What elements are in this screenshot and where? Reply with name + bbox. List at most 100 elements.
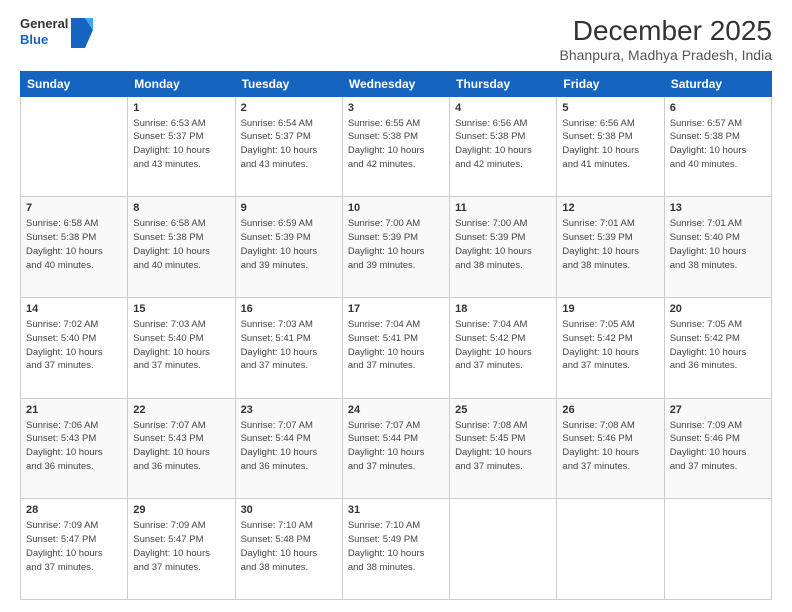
calendar-cell xyxy=(21,96,128,197)
day-info: Sunrise: 6:55 AM Sunset: 5:38 PM Dayligh… xyxy=(348,118,425,170)
calendar-cell: 11 Sunrise: 7:00 AM Sunset: 5:39 PM Dayli… xyxy=(450,197,557,298)
calendar-week-5: 28 Sunrise: 7:09 AM Sunset: 5:47 PM Dayli… xyxy=(21,499,772,600)
calendar-cell: 7Sunrise: 6:58 AM Sunset: 5:38 PM Daylig… xyxy=(21,197,128,298)
day-info: Sunrise: 7:07 AM Sunset: 5:43 PM Dayligh… xyxy=(133,420,210,472)
day-number: 11 xyxy=(455,201,551,216)
day-info: Sunrise: 7:09 AM Sunset: 5:46 PM Dayligh… xyxy=(670,420,747,472)
calendar-cell: 1 Sunrise: 6:53 AM Sunset: 5:37 PM Daylig… xyxy=(128,96,235,197)
day-info: Sunrise: 7:09 AM Sunset: 5:47 PM Dayligh… xyxy=(133,520,210,572)
calendar-cell: 15Sunrise: 7:03 AM Sunset: 5:40 PM Dayli… xyxy=(128,298,235,399)
day-info: Sunrise: 6:53 AM Sunset: 5:37 PM Dayligh… xyxy=(133,118,210,170)
logo: General Blue xyxy=(20,16,91,47)
day-number: 25 xyxy=(455,403,551,418)
day-info: Sunrise: 7:07 AM Sunset: 5:44 PM Dayligh… xyxy=(241,420,318,472)
day-info: Sunrise: 7:04 AM Sunset: 5:41 PM Dayligh… xyxy=(348,319,425,371)
day-number: 18 xyxy=(455,302,551,317)
calendar-cell: 20 Sunrise: 7:05 AM Sunset: 5:42 PM Dayli… xyxy=(664,298,771,399)
weekday-header-friday: Friday xyxy=(557,71,664,96)
day-info: Sunrise: 6:59 AM Sunset: 5:39 PM Dayligh… xyxy=(241,218,318,270)
day-number: 19 xyxy=(562,302,658,317)
calendar-cell xyxy=(664,499,771,600)
day-number: 27 xyxy=(670,403,766,418)
calendar-cell: 5 Sunrise: 6:56 AM Sunset: 5:38 PM Daylig… xyxy=(557,96,664,197)
day-number: 24 xyxy=(348,403,444,418)
day-number: 23 xyxy=(241,403,337,418)
day-info: Sunrise: 7:00 AM Sunset: 5:39 PM Dayligh… xyxy=(348,218,425,270)
weekday-header-wednesday: Wednesday xyxy=(342,71,449,96)
day-info: Sunrise: 7:01 AM Sunset: 5:40 PM Dayligh… xyxy=(670,218,747,270)
calendar-cell: 16Sunrise: 7:03 AM Sunset: 5:41 PM Dayli… xyxy=(235,298,342,399)
day-number: 2 xyxy=(241,101,337,116)
calendar-cell: 2 Sunrise: 6:54 AM Sunset: 5:37 PM Daylig… xyxy=(235,96,342,197)
weekday-header-monday: Monday xyxy=(128,71,235,96)
day-info: Sunrise: 6:56 AM Sunset: 5:38 PM Dayligh… xyxy=(455,118,532,170)
day-number: 28 xyxy=(26,503,122,518)
day-info: Sunrise: 7:10 AM Sunset: 5:48 PM Dayligh… xyxy=(241,520,318,572)
calendar-cell: 8Sunrise: 6:58 AM Sunset: 5:38 PM Daylig… xyxy=(128,197,235,298)
logo-text: General Blue xyxy=(20,16,68,47)
day-number: 20 xyxy=(670,302,766,317)
day-number: 10 xyxy=(348,201,444,216)
weekday-header-sunday: Sunday xyxy=(21,71,128,96)
weekday-header-thursday: Thursday xyxy=(450,71,557,96)
logo-line1: General xyxy=(20,16,68,32)
calendar-cell: 19Sunrise: 7:05 AM Sunset: 5:42 PM Dayli… xyxy=(557,298,664,399)
logo-icon xyxy=(71,18,91,46)
calendar-cell: 28 Sunrise: 7:09 AM Sunset: 5:47 PM Dayli… xyxy=(21,499,128,600)
calendar-week-4: 21 Sunrise: 7:06 AM Sunset: 5:43 PM Dayli… xyxy=(21,398,772,499)
day-info: Sunrise: 6:54 AM Sunset: 5:37 PM Dayligh… xyxy=(241,118,318,170)
calendar-cell: 31 Sunrise: 7:10 AM Sunset: 5:49 PM Dayli… xyxy=(342,499,449,600)
day-number: 17 xyxy=(348,302,444,317)
day-number: 4 xyxy=(455,101,551,116)
day-info: Sunrise: 7:08 AM Sunset: 5:45 PM Dayligh… xyxy=(455,420,532,472)
calendar-cell: 26 Sunrise: 7:08 AM Sunset: 5:46 PM Dayli… xyxy=(557,398,664,499)
weekday-header-tuesday: Tuesday xyxy=(235,71,342,96)
calendar-cell xyxy=(450,499,557,600)
day-info: Sunrise: 6:57 AM Sunset: 5:38 PM Dayligh… xyxy=(670,118,747,170)
day-number: 21 xyxy=(26,403,122,418)
day-number: 7 xyxy=(26,201,122,216)
day-info: Sunrise: 7:10 AM Sunset: 5:49 PM Dayligh… xyxy=(348,520,425,572)
day-number: 16 xyxy=(241,302,337,317)
weekday-header-saturday: Saturday xyxy=(664,71,771,96)
calendar-cell: 25 Sunrise: 7:08 AM Sunset: 5:45 PM Dayli… xyxy=(450,398,557,499)
calendar-week-1: 1 Sunrise: 6:53 AM Sunset: 5:37 PM Daylig… xyxy=(21,96,772,197)
page: General Blue December 2025 Bhanpura, Mad… xyxy=(0,0,792,612)
day-info: Sunrise: 7:07 AM Sunset: 5:44 PM Dayligh… xyxy=(348,420,425,472)
calendar-table: SundayMondayTuesdayWednesdayThursdayFrid… xyxy=(20,71,772,600)
day-info: Sunrise: 7:09 AM Sunset: 5:47 PM Dayligh… xyxy=(26,520,103,572)
day-info: Sunrise: 7:08 AM Sunset: 5:46 PM Dayligh… xyxy=(562,420,639,472)
calendar-cell: 22Sunrise: 7:07 AM Sunset: 5:43 PM Dayli… xyxy=(128,398,235,499)
day-info: Sunrise: 6:58 AM Sunset: 5:38 PM Dayligh… xyxy=(133,218,210,270)
day-number: 1 xyxy=(133,101,229,116)
day-info: Sunrise: 7:03 AM Sunset: 5:40 PM Dayligh… xyxy=(133,319,210,371)
day-info: Sunrise: 7:00 AM Sunset: 5:39 PM Dayligh… xyxy=(455,218,532,270)
calendar-cell: 30 Sunrise: 7:10 AM Sunset: 5:48 PM Dayli… xyxy=(235,499,342,600)
day-number: 30 xyxy=(241,503,337,518)
day-info: Sunrise: 7:01 AM Sunset: 5:39 PM Dayligh… xyxy=(562,218,639,270)
calendar-cell: 12Sunrise: 7:01 AM Sunset: 5:39 PM Dayli… xyxy=(557,197,664,298)
day-info: Sunrise: 7:04 AM Sunset: 5:42 PM Dayligh… xyxy=(455,319,532,371)
page-title: December 2025 xyxy=(560,16,772,47)
day-info: Sunrise: 7:02 AM Sunset: 5:40 PM Dayligh… xyxy=(26,319,103,371)
page-subtitle: Bhanpura, Madhya Pradesh, India xyxy=(560,47,772,63)
day-number: 26 xyxy=(562,403,658,418)
calendar-cell: 10 Sunrise: 7:00 AM Sunset: 5:39 PM Dayli… xyxy=(342,197,449,298)
day-number: 29 xyxy=(133,503,229,518)
calendar-cell: 4 Sunrise: 6:56 AM Sunset: 5:38 PM Daylig… xyxy=(450,96,557,197)
day-number: 31 xyxy=(348,503,444,518)
logo-line2: Blue xyxy=(20,32,68,48)
calendar-cell: 6 Sunrise: 6:57 AM Sunset: 5:38 PM Daylig… xyxy=(664,96,771,197)
title-block: December 2025 Bhanpura, Madhya Pradesh, … xyxy=(560,16,772,63)
day-info: Sunrise: 7:05 AM Sunset: 5:42 PM Dayligh… xyxy=(670,319,747,371)
calendar-cell: 13Sunrise: 7:01 AM Sunset: 5:40 PM Dayli… xyxy=(664,197,771,298)
calendar-cell: 27 Sunrise: 7:09 AM Sunset: 5:46 PM Dayli… xyxy=(664,398,771,499)
calendar-cell: 18 Sunrise: 7:04 AM Sunset: 5:42 PM Dayli… xyxy=(450,298,557,399)
calendar-week-3: 14 Sunrise: 7:02 AM Sunset: 5:40 PM Dayli… xyxy=(21,298,772,399)
day-number: 5 xyxy=(562,101,658,116)
day-number: 6 xyxy=(670,101,766,116)
day-info: Sunrise: 7:06 AM Sunset: 5:43 PM Dayligh… xyxy=(26,420,103,472)
calendar-cell xyxy=(557,499,664,600)
day-info: Sunrise: 6:56 AM Sunset: 5:38 PM Dayligh… xyxy=(562,118,639,170)
day-number: 14 xyxy=(26,302,122,317)
